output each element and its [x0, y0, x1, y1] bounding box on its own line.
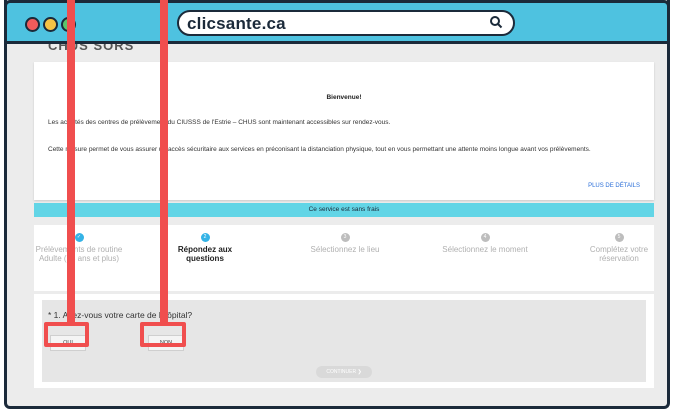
step-1-label: Prélèvements de routine Adulte (18 ans e… [35, 245, 123, 263]
welcome-card: Bienvenue! Les activités des centres de … [34, 62, 654, 200]
page-heading: CHUS SORS [48, 44, 135, 53]
highlight-no-button [140, 322, 186, 347]
minimize-window-dot[interactable] [43, 17, 58, 32]
welcome-paragraph-1: Les activités des centres de prélèvement… [48, 119, 391, 126]
close-window-dot[interactable] [25, 17, 40, 32]
step-5-number: 5 [614, 233, 624, 242]
pointer-line-no [160, 0, 168, 322]
step-3-label: Sélectionnez le lieu [310, 245, 380, 254]
step-4-label: Sélectionnez le moment [442, 245, 528, 254]
steps-progress: ✓ Prélèvements de routine Adulte (18 ans… [34, 225, 654, 291]
step-1-icon: ✓ [74, 233, 84, 242]
question-card: * 1. Avez-vous votre carte de l'hôpital?… [34, 294, 654, 388]
step-1[interactable]: ✓ Prélèvements de routine Adulte (18 ans… [34, 233, 124, 263]
more-details-link[interactable]: PLUS DE DÉTAILS [588, 183, 640, 189]
free-service-banner: Ce service est sans frais [34, 203, 654, 217]
browser-titlebar: clicsante.ca [4, 0, 670, 44]
step-3: 3 Sélectionnez le lieu [300, 233, 390, 254]
question-panel: * 1. Avez-vous votre carte de l'hôpital?… [42, 300, 646, 382]
welcome-paragraph-2: Cette mesure permet de vous assurer un a… [48, 146, 591, 153]
continue-button[interactable]: CONTINUER ❯ [316, 366, 372, 378]
search-icon[interactable] [489, 15, 503, 29]
step-2-label: Répondez aux questions [177, 245, 233, 263]
step-2: 2 Répondez aux questions [160, 233, 250, 263]
step-5: 5 Complétez votre réservation [574, 233, 658, 263]
step-4-number: 4 [480, 233, 490, 242]
step-2-number: 2 [200, 233, 210, 242]
step-5-label: Complétez votre réservation [589, 245, 649, 263]
welcome-title: Bienvenue! [326, 94, 362, 101]
address-bar[interactable]: clicsante.ca [177, 10, 515, 36]
address-bar-url: clicsante.ca [187, 14, 286, 33]
step-3-number: 3 [340, 233, 350, 242]
highlight-yes-button [44, 322, 89, 347]
step-4: 4 Sélectionnez le moment [440, 233, 530, 254]
pointer-line-yes [67, 0, 75, 322]
page-content: CHUS SORS Bienvenue! Les activités des c… [18, 44, 658, 406]
